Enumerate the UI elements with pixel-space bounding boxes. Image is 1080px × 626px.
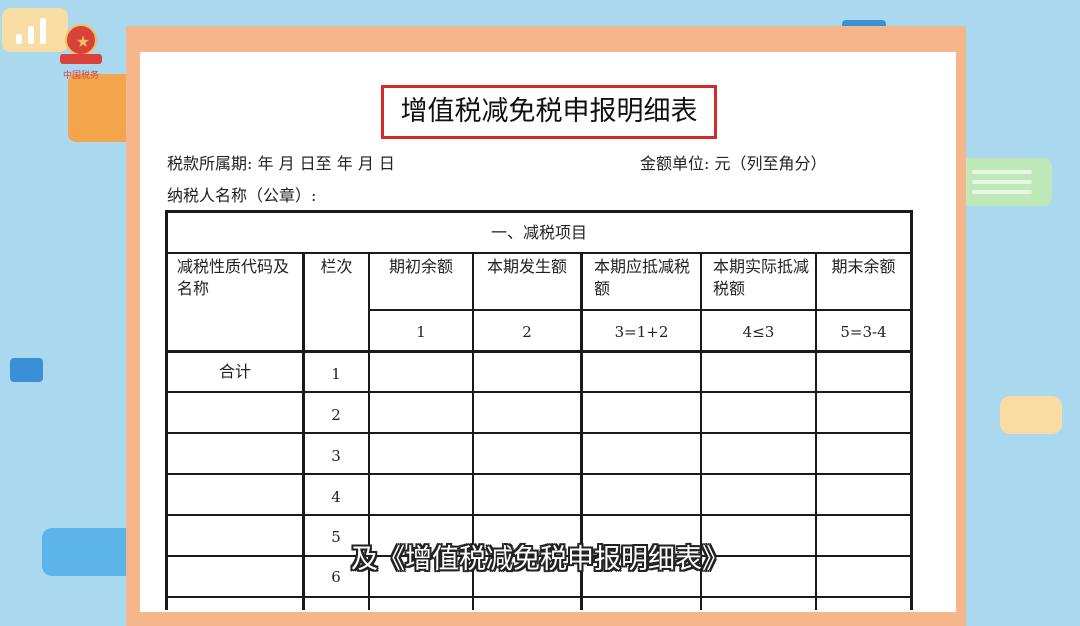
- table-border-top: [165, 210, 913, 213]
- row-line-number: 2: [331, 406, 341, 424]
- row-line-number: 4: [331, 488, 341, 506]
- emblem-base: [60, 54, 102, 64]
- form-title: 增值税减免税申报明细表: [381, 85, 717, 139]
- emblem-caption: 中国税务: [62, 71, 99, 81]
- section-header: 一、减税项目: [490, 223, 587, 242]
- row-line-number: 1: [331, 365, 341, 383]
- row-line-number: 3: [331, 447, 341, 465]
- column-index: 3=1+2: [614, 323, 669, 341]
- decorative-block-blue: [10, 358, 43, 382]
- decorative-card-green: [960, 158, 1052, 206]
- column-index: 2: [522, 323, 532, 341]
- tax-period-label: 税款所属期: 年 月 日至 年 月 日: [167, 154, 395, 173]
- table-line: [165, 350, 913, 353]
- table-line: [165, 514, 913, 516]
- amount-unit-label: 金额单位: 元（列至角分）: [640, 154, 827, 173]
- table-line: [165, 391, 913, 393]
- table-line: [368, 309, 913, 311]
- column-header: 本期应抵减税额: [594, 257, 691, 298]
- column-index: 5=3-4: [840, 323, 887, 341]
- column-header: 栏次: [320, 257, 353, 276]
- column-header: 期初余额: [388, 257, 453, 276]
- table-line: [165, 596, 913, 598]
- video-subtitle: 及《增值税减免税申报明细表》: [351, 544, 729, 575]
- column-index: 4≤3: [742, 323, 775, 341]
- tax-emblem-logo: ★ 中国税务: [56, 24, 106, 88]
- column-header: 期末余额: [831, 257, 896, 276]
- column-header: 减税性质代码及名称: [177, 257, 290, 298]
- table-line: [165, 252, 913, 254]
- table-line: [165, 432, 913, 434]
- table-line: [165, 473, 913, 475]
- column-index: 1: [416, 323, 426, 341]
- emblem-circle: ★: [65, 24, 97, 56]
- decorative-block-yellow: [1000, 396, 1062, 434]
- taxpayer-name-label: 纳税人名称（公章）:: [167, 186, 317, 205]
- row-name-total: 合计: [218, 362, 251, 381]
- column-header: 本期实际抵减税额: [713, 257, 810, 298]
- column-header: 本期发生额: [486, 257, 567, 276]
